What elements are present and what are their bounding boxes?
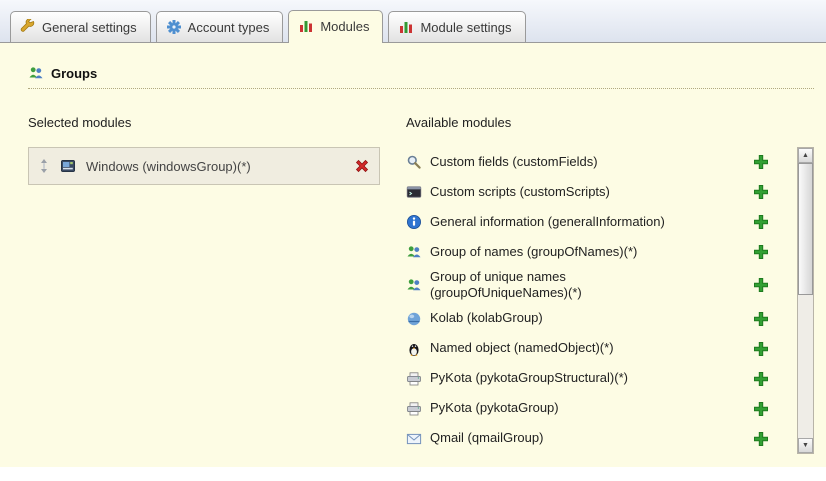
selected-module-row[interactable]: Windows (windowsGroup)(*) <box>29 148 379 184</box>
tab-label: General settings <box>42 20 137 35</box>
available-module-row: PyKota (pykotaGroup) <box>406 394 797 424</box>
selected-module-label: Windows (windowsGroup)(*) <box>86 159 344 174</box>
lam-configuration-page: General settings Account types Modules M… <box>0 0 826 481</box>
available-module-row: Custom fields (customFields) <box>406 147 797 177</box>
modules-icon <box>398 19 414 35</box>
module-label: Kolab (kolabGroup) <box>430 310 702 326</box>
groups-icon <box>28 65 44 81</box>
tab-label: Account types <box>188 20 270 35</box>
add-module-button[interactable] <box>753 431 769 447</box>
modules-tab-content: Groups Selected modules Windows (windows… <box>0 42 826 467</box>
tab-account-types[interactable]: Account types <box>156 11 284 42</box>
add-module-button[interactable] <box>753 401 769 417</box>
tab-label: Module settings <box>420 20 511 35</box>
tab-modules[interactable]: Modules <box>288 10 383 43</box>
selected-modules-column: Selected modules Windows (windowsGroup)(… <box>28 89 380 454</box>
available-module-row: General information (generalInformation) <box>406 207 797 237</box>
module-label: PyKota (pykotaGroupStructural)(*) <box>430 370 702 386</box>
wrench-icon <box>20 19 36 35</box>
add-module-button[interactable] <box>753 154 769 170</box>
add-module-button[interactable] <box>753 184 769 200</box>
module-label: Group of names (groupOfNames)(*) <box>430 244 702 260</box>
module-label: General information (generalInformation) <box>430 214 702 230</box>
available-module-row: Group of names (groupOfNames)(*) <box>406 237 797 267</box>
printer-icon <box>406 371 422 387</box>
available-module-row: PyKota (pykotaGroupStructural)(*) <box>406 364 797 394</box>
add-module-button[interactable] <box>753 277 769 293</box>
tab-bar: General settings Account types Modules M… <box>0 0 826 42</box>
tab-module-settings[interactable]: Module settings <box>388 11 525 42</box>
mail-icon <box>406 431 422 447</box>
group-icon <box>406 244 422 260</box>
drag-handle-icon[interactable] <box>38 158 50 174</box>
info-icon <box>406 214 422 230</box>
module-label: Named object (namedObject)(*) <box>430 340 702 356</box>
script-icon <box>406 184 422 200</box>
modules-icon <box>298 18 314 34</box>
printer-icon <box>406 401 422 417</box>
groups-section-header: Groups <box>28 65 814 89</box>
scrollbar[interactable]: ▲ ▼ <box>797 147 814 454</box>
add-module-button[interactable] <box>753 371 769 387</box>
scroll-down-button[interactable]: ▼ <box>798 438 813 453</box>
module-label: Qmail (qmailGroup) <box>430 430 702 446</box>
add-module-button[interactable] <box>753 311 769 327</box>
selected-modules-list: Windows (windowsGroup)(*) <box>28 147 380 185</box>
penguin-icon <box>406 341 422 357</box>
modules-columns: Selected modules Windows (windowsGroup)(… <box>28 89 814 454</box>
gear-icon <box>166 19 182 35</box>
module-label: Custom scripts (customScripts) <box>430 184 702 200</box>
available-modules-column: Available modules Custom fields (customF… <box>406 89 814 454</box>
add-module-button[interactable] <box>753 341 769 357</box>
module-label: PyKota (pykotaGroup) <box>430 400 702 416</box>
group-icon <box>406 277 422 293</box>
available-module-row: Named object (namedObject)(*) <box>406 334 797 364</box>
remove-module-button[interactable] <box>354 158 370 174</box>
available-modules-list: Custom fields (customFields) Custom scri… <box>406 147 814 454</box>
selected-modules-heading: Selected modules <box>28 115 380 130</box>
section-title: Groups <box>51 66 97 81</box>
magnifier-icon <box>406 154 422 170</box>
module-label: Custom fields (customFields) <box>430 154 702 170</box>
windows-module-icon <box>60 158 76 174</box>
scroll-up-button[interactable]: ▲ <box>798 148 813 163</box>
scrollbar-track[interactable] <box>798 163 813 438</box>
add-module-button[interactable] <box>753 214 769 230</box>
available-module-row: Kolab (kolabGroup) <box>406 304 797 334</box>
scrollbar-thumb[interactable] <box>798 163 813 295</box>
add-module-button[interactable] <box>753 244 769 260</box>
module-label: Group of unique names (groupOfUniqueName… <box>430 269 702 302</box>
available-module-row: Group of unique names (groupOfUniqueName… <box>406 267 797 304</box>
available-module-row: Qmail (qmailGroup) <box>406 424 797 454</box>
tab-general-settings[interactable]: General settings <box>10 11 151 42</box>
available-modules-heading: Available modules <box>406 115 814 130</box>
kolab-icon <box>406 311 422 327</box>
tab-label: Modules <box>320 19 369 34</box>
available-module-row: Custom scripts (customScripts) <box>406 177 797 207</box>
